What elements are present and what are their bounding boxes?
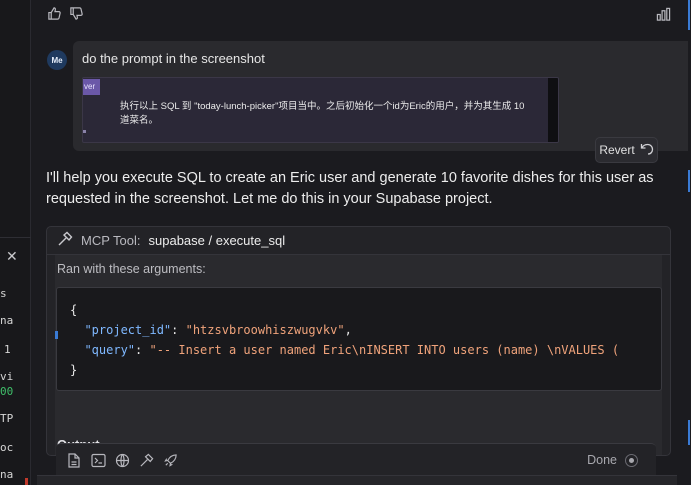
screenshot-cursor — [83, 130, 86, 133]
code-line: { — [70, 303, 78, 317]
user-message: do the prompt in the screenshot ver 执行以上… — [73, 41, 691, 151]
undo-icon — [640, 143, 654, 158]
user-message-text: do the prompt in the screenshot — [82, 51, 265, 66]
rocket-icon[interactable] — [162, 452, 178, 468]
json-key: "project_id" — [84, 323, 172, 337]
json-value: "htzsvbroowhiszwugvkv" — [185, 323, 345, 337]
composer-toolbar: Done — [56, 443, 656, 475]
globe-icon[interactable] — [114, 452, 130, 468]
terminal-icon[interactable] — [90, 452, 106, 468]
tool-name: supabase / execute_sql — [148, 233, 286, 248]
avatar: Me — [47, 50, 67, 70]
code-fragment: vi — [0, 370, 14, 383]
error-marker — [25, 478, 28, 485]
attached-screenshot[interactable]: ver 执行以上 SQL 到 "today-lunch-picker"项目当中。… — [82, 77, 559, 143]
feedback-row — [46, 5, 84, 21]
tool-label: MCP Tool: — [81, 233, 141, 248]
status-label: Done — [587, 453, 617, 467]
code-fragment: na — [0, 468, 14, 481]
panel-divider — [0, 237, 31, 238]
thumbs-up-icon[interactable] — [46, 5, 62, 21]
chat-panel: Me do the prompt in the screenshot ver 执… — [31, 0, 691, 485]
code-fragment: oc — [0, 441, 14, 454]
tool-body: Ran with these arguments: { "project_id"… — [55, 255, 662, 455]
code-fragment: na — [0, 314, 14, 327]
bottom-panel-edge — [37, 475, 677, 485]
scroll-marker — [688, 420, 690, 445]
scroll-marker — [688, 0, 690, 30]
hammer-icon[interactable] — [138, 452, 154, 468]
close-icon[interactable]: ✕ — [6, 248, 18, 265]
json-value: "-- Insert a user named Eric\nINSERT INT… — [149, 343, 620, 357]
status-dot-icon[interactable] — [625, 454, 638, 467]
scroll-marker — [688, 170, 690, 192]
json-key: "query" — [84, 343, 136, 357]
code-scroll-indicator — [55, 331, 58, 339]
tool-header[interactable]: MCP Tool: supabase / execute_sql — [47, 227, 670, 255]
code-fragment: 1 — [4, 343, 11, 356]
code-fragment: s — [0, 287, 7, 300]
screenshot-text: 执行以上 SQL 到 "today-lunch-picker"项目当中。之后初始… — [120, 101, 525, 126]
assistant-message: I'll help you execute SQL to create an E… — [46, 170, 654, 207]
screenshot-tag: ver — [83, 79, 100, 95]
thumbs-down-icon[interactable] — [68, 5, 84, 21]
mcp-tool-card: MCP Tool: supabase / execute_sql Ran wit… — [46, 226, 671, 456]
arguments-label: Ran with these arguments: — [57, 262, 206, 276]
editor-pane-edge: ✕ s na 1 vi 00 TP oc na — [0, 0, 31, 485]
arguments-code-block[interactable]: { "project_id": "htzsvbroowhiszwugvkv", … — [56, 287, 662, 391]
composer-icons — [66, 452, 178, 468]
revert-button[interactable]: Revert — [595, 137, 658, 163]
revert-label: Revert — [599, 143, 635, 157]
hammer-icon — [57, 231, 73, 250]
screenshot-edge — [548, 78, 558, 142]
code-line: } — [70, 363, 78, 377]
code-fragment: 00 — [0, 385, 14, 398]
code-fragment: TP — [0, 412, 14, 425]
file-icon[interactable] — [66, 452, 82, 468]
bar-chart-icon[interactable] — [655, 6, 671, 22]
